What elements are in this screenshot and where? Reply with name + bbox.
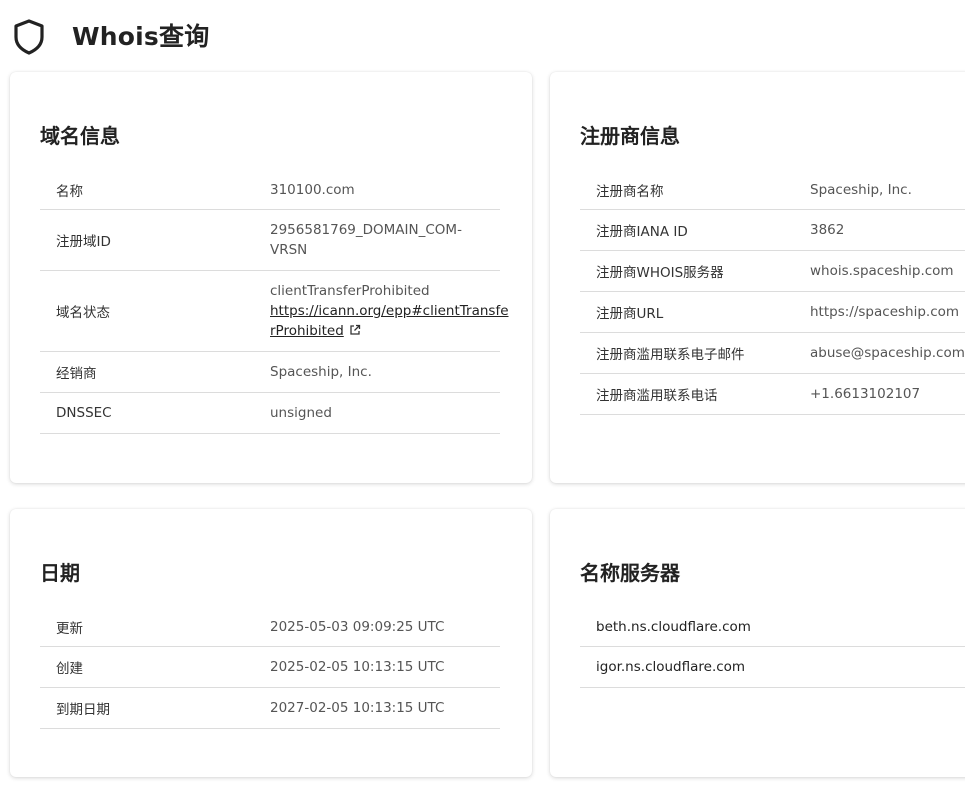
registrar-info-title: 注册商信息 [580,124,680,148]
row-value: abuse@spaceship.com [810,345,965,361]
row-label: 名称 [56,183,83,200]
status-text: clientTransferProhibited [270,283,430,299]
list-item: igor.ns.cloudflare.com [580,647,965,688]
row-label: 注册域ID [56,234,111,250]
table-row: 注册商URL https://spaceship.com [580,292,965,333]
row-value: Spaceship, Inc. [270,364,372,380]
row-value: whois.spaceship.com [810,263,954,279]
table-row: 到期日期 2027-02-05 10:13:15 UTC [40,688,500,729]
row-label: 经销商 [56,366,97,382]
table-row: 注册商滥用联系电话 +1.6613102107 [580,374,965,415]
table-row: 注册域ID 2956581769_DOMAIN_COM- VRSN [40,210,500,271]
table-row: 注册商IANA ID 3862 [580,210,965,251]
row-value: +1.6613102107 [810,386,921,402]
row-value: https://spaceship.com [810,304,960,320]
table-row: 注册商名称 Spaceship, Inc. [580,170,965,210]
nameservers-card: 名称服务器 beth.ns.cloudflare.com igor.ns.clo… [550,509,965,777]
nameservers-title: 名称服务器 [580,561,680,585]
table-row: 域名状态 clientTransferProhibited https://ic… [40,271,509,352]
row-value: 2025-05-03 09:09:25 UTC [270,618,445,635]
table-row: 更新 2025-05-03 09:09:25 UTC [40,607,500,647]
row-label: 注册商名称 [596,183,664,200]
nameserver-value: igor.ns.cloudflare.com [596,659,746,675]
status-link-line2: rProhibited [270,323,344,339]
row-value: clientTransferProhibited https://icann.o… [270,281,509,341]
table-row: 注册商WHOIS服务器 whois.spaceship.com [580,251,965,292]
registry-id-line1: 2956581769_DOMAIN_COM- [270,222,462,238]
page-title: Whois查询 [72,22,210,51]
table-row: DNSSEC unsigned [40,393,500,434]
domain-info-title: 域名信息 [40,124,120,148]
row-value: 2027-02-05 10:13:15 UTC [270,700,445,716]
table-row: 注册商滥用联系电子邮件 abuse@spaceship.com [580,333,965,374]
status-link[interactable]: https://icann.org/epp#clientTransfe rProh… [270,303,509,339]
nameserver-value: beth.ns.cloudflare.com [596,618,751,635]
row-value: 2956581769_DOMAIN_COM- VRSN [270,220,462,260]
registrar-info-table: 注册商名称 Spaceship, Inc. 注册商IANA ID 3862 注册… [580,170,965,415]
registry-id-line2: VRSN [270,242,308,258]
row-value: Spaceship, Inc. [810,181,912,198]
dates-card: 日期 更新 2025-05-03 09:09:25 UTC 创建 2025-02… [10,509,532,777]
list-item: beth.ns.cloudflare.com [580,607,965,647]
row-label: 注册商WHOIS服务器 [596,265,724,281]
row-label: 注册商URL [596,306,664,322]
nameservers-list: beth.ns.cloudflare.com igor.ns.cloudflar… [580,607,965,688]
shield-icon [14,19,44,55]
row-label: 更新 [56,620,83,637]
row-label: 注册商IANA ID [596,224,688,240]
domain-info-table: 名称 310100.com 注册域ID 2956581769_DOMAIN_CO… [40,170,509,434]
domain-info-card: 域名信息 名称 310100.com 注册域ID 2956581769_DOMA… [10,72,532,483]
status-link-line1: https://icann.org/epp#clientTransfe [270,303,509,319]
dates-table: 更新 2025-05-03 09:09:25 UTC 创建 2025-02-05… [40,607,500,729]
external-link-icon[interactable] [349,324,361,336]
row-value: 2025-02-05 10:13:15 UTC [270,659,445,675]
table-row: 名称 310100.com [40,170,500,210]
row-label: 注册商滥用联系电话 [596,388,718,404]
page-header: Whois查询 [0,0,965,70]
row-value: unsigned [270,405,332,421]
row-label: 域名状态 [56,305,110,321]
row-label: 到期日期 [56,702,110,718]
row-label: DNSSEC [56,405,112,421]
row-label: 创建 [56,661,83,677]
table-row: 创建 2025-02-05 10:13:15 UTC [40,647,500,688]
row-value: 3862 [810,222,845,238]
registrar-info-card: 注册商信息 注册商名称 Spaceship, Inc. 注册商IANA ID 3… [550,72,965,483]
row-value: 310100.com [270,181,355,198]
dates-title: 日期 [40,561,80,585]
table-row: 经销商 Spaceship, Inc. [40,352,500,393]
row-label: 注册商滥用联系电子邮件 [596,347,745,363]
